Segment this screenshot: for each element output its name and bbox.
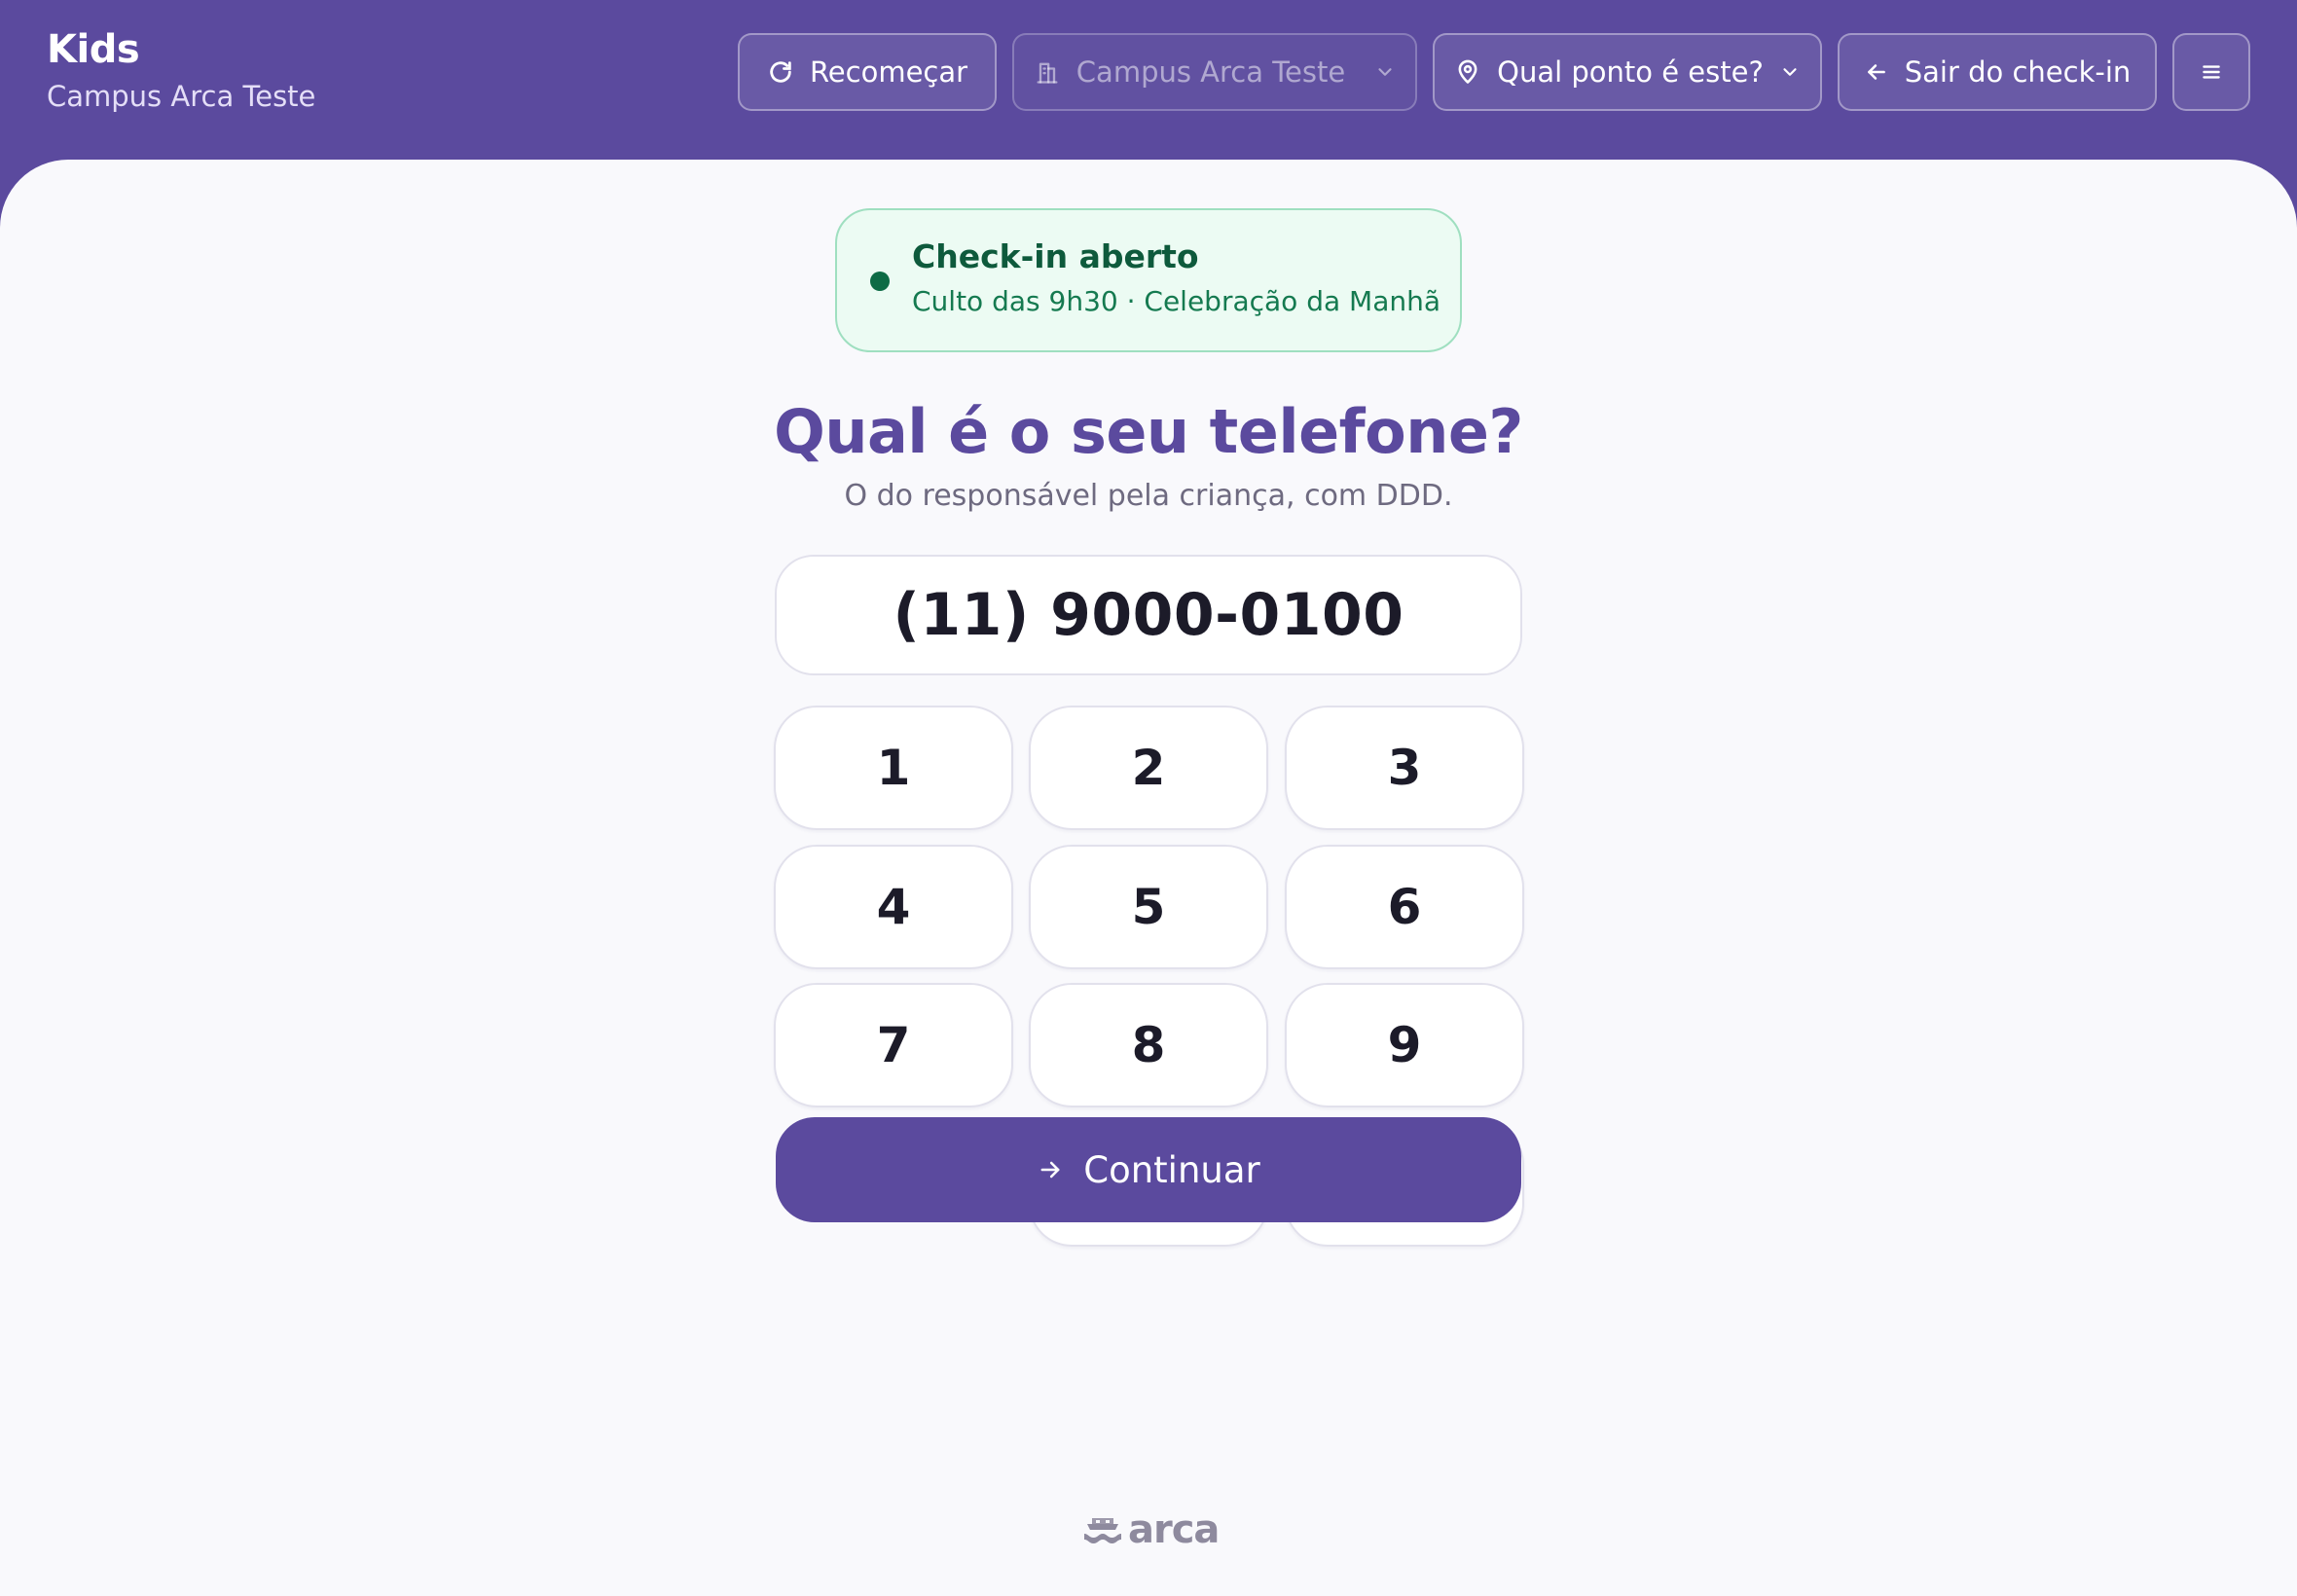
keypad-key-3[interactable]: 3 (1285, 706, 1524, 830)
exit-checkin-label: Sair do check-in (1904, 55, 2132, 89)
refresh-icon (770, 61, 791, 83)
location-select[interactable]: Qual ponto é este? (1433, 33, 1822, 111)
phone-input[interactable]: (11) 9000-0100 (775, 555, 1522, 675)
main-panel: Check-in aberto Culto das 9h30 · Celebra… (0, 160, 2297, 1596)
continue-label: Continuar (1083, 1148, 1260, 1191)
keypad-key-4[interactable]: 4 (774, 845, 1013, 969)
map-pin-icon (1458, 59, 1477, 84)
campus-subtitle: Campus Arca Teste (47, 80, 316, 113)
restart-label: Recomeçar (809, 55, 968, 89)
chevron-down-icon (1378, 68, 1392, 76)
continue-button[interactable]: Continuar (776, 1117, 1521, 1222)
keypad-key-5[interactable]: 5 (1029, 845, 1268, 969)
brand: Kids Campus Arca Teste (47, 25, 315, 116)
keypad-key-2[interactable]: 2 (1029, 706, 1268, 830)
arca-ark-icon (1084, 1518, 1121, 1543)
restart-button[interactable]: Recomeçar (738, 33, 997, 111)
status-dot-icon (870, 272, 890, 291)
page-hint: O do responsável pela criança, com DDD. (844, 479, 1453, 513)
keypad-key-6[interactable]: 6 (1285, 845, 1524, 969)
exit-checkin-button[interactable]: Sair do check-in (1838, 33, 2157, 111)
keypad-key-8[interactable]: 8 (1029, 983, 1268, 1107)
app-title: Kids (47, 27, 140, 72)
header-bar: Kids Campus Arca Teste Recomeçar Campus … (0, 0, 2297, 161)
campus-select[interactable]: Campus Arca Teste (1012, 33, 1417, 111)
campus-select-label: Campus Arca Teste (1076, 55, 1346, 89)
building-icon (1037, 62, 1058, 84)
checkin-status-card: Check-in aberto Culto das 9h30 · Celebra… (835, 208, 1462, 352)
page-title: Qual é o seu telefone? (774, 396, 1523, 467)
keypad-key-9[interactable]: 9 (1285, 983, 1524, 1107)
status-subtitle: Culto das 9h30 · Celebração da Manhã (912, 285, 1441, 317)
menu-icon (2203, 65, 2220, 79)
arrow-left-icon (1867, 64, 1885, 80)
status-title: Check-in aberto (912, 237, 1199, 275)
menu-button[interactable] (2172, 33, 2250, 111)
arca-logo-text: arca (1128, 1507, 1220, 1552)
location-select-label: Qual ponto é este? (1497, 55, 1764, 89)
arca-logo: arca (1081, 1506, 1220, 1553)
keypad-key-1[interactable]: 1 (774, 706, 1013, 830)
keypad-key-7[interactable]: 7 (774, 983, 1013, 1107)
chevron-down-icon (1783, 68, 1797, 76)
arrow-right-icon (1040, 1161, 1060, 1179)
